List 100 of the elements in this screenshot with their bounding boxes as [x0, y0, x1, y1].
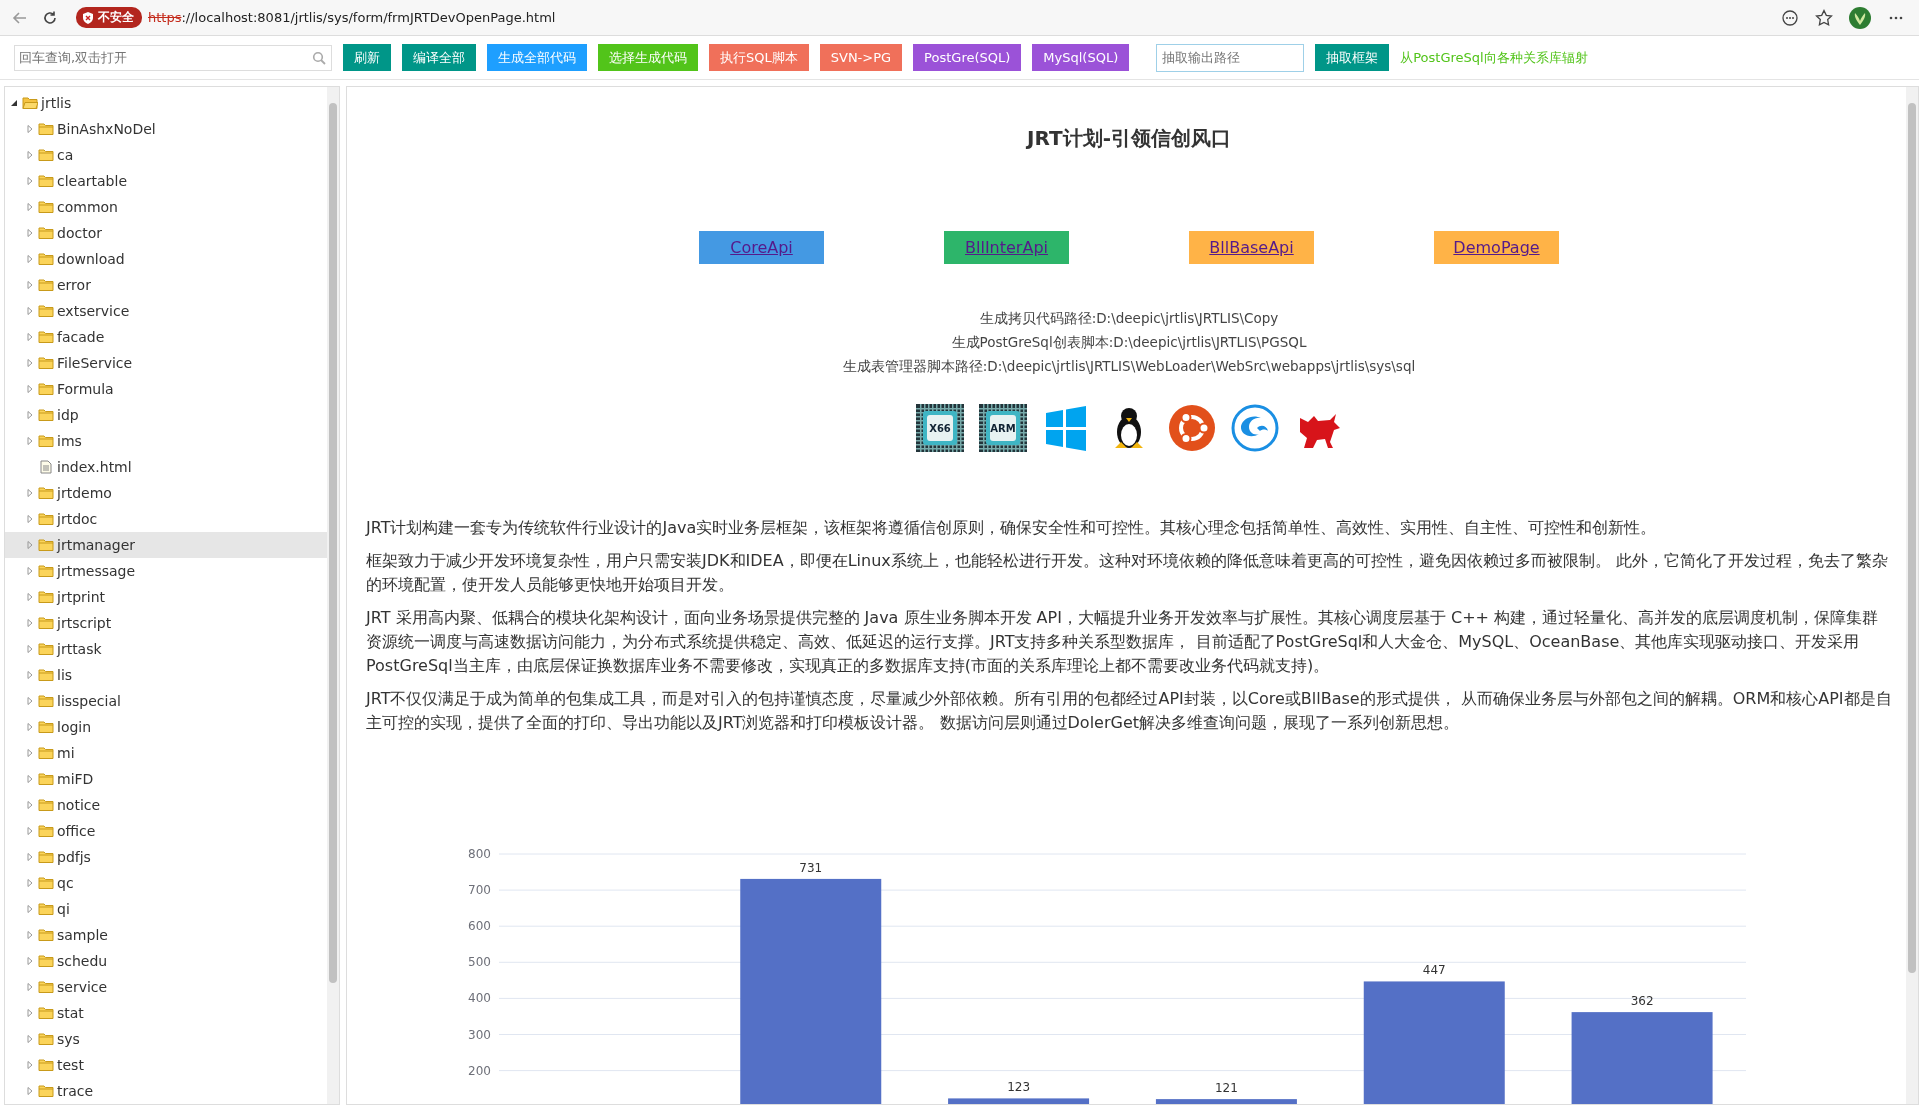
tree-item[interactable]: service — [5, 974, 327, 1000]
expand-arrow-icon[interactable] — [25, 306, 35, 316]
expand-arrow-icon[interactable] — [25, 488, 35, 498]
toolbar-button[interactable]: MySql(SQL) — [1032, 44, 1130, 71]
folder-icon — [38, 278, 54, 292]
link-button[interactable]: DemoPage — [1434, 231, 1559, 264]
tree-item[interactable]: ims — [5, 428, 327, 454]
tree-item[interactable]: Formula — [5, 376, 327, 402]
security-badge[interactable]: 不安全 — [76, 7, 142, 28]
tree-item[interactable]: mi — [5, 740, 327, 766]
tree-item[interactable]: qi — [5, 896, 327, 922]
expand-arrow-icon[interactable] — [25, 930, 35, 940]
toolbar-button[interactable]: PostGre(SQL) — [913, 44, 1022, 71]
expand-arrow-icon[interactable] — [25, 1060, 35, 1070]
expand-arrow-icon[interactable] — [25, 124, 35, 134]
tree-item[interactable]: cleartable — [5, 168, 327, 194]
expand-arrow-icon[interactable] — [25, 982, 35, 992]
tree-item[interactable]: jrtmessage — [5, 558, 327, 584]
extract-button[interactable]: 抽取框架 — [1315, 44, 1390, 71]
scrollbar[interactable] — [1906, 87, 1918, 1104]
link-button[interactable]: CoreApi — [699, 231, 824, 264]
expand-arrow-icon[interactable] — [25, 670, 35, 680]
expand-arrow-icon[interactable] — [25, 514, 35, 524]
toolbar-button[interactable]: 编译全部 — [402, 44, 476, 71]
search-icon[interactable] — [312, 50, 326, 65]
expand-arrow-icon[interactable] — [25, 852, 35, 862]
expand-arrow-icon[interactable] — [25, 644, 35, 654]
star-icon[interactable] — [1815, 8, 1833, 27]
tree-item[interactable]: BinAshxNoDel — [5, 116, 327, 142]
tree-item[interactable]: FileService — [5, 350, 327, 376]
expand-arrow-icon[interactable] — [25, 1008, 35, 1018]
expand-arrow-icon[interactable] — [25, 332, 35, 342]
tree-item[interactable]: test — [5, 1052, 327, 1078]
tree-item[interactable]: jrtprint — [5, 584, 327, 610]
expand-arrow-icon[interactable] — [25, 826, 35, 836]
tree-item[interactable]: ca — [5, 142, 327, 168]
expand-arrow-icon[interactable] — [25, 774, 35, 784]
expand-arrow-icon[interactable] — [25, 748, 35, 758]
tree-item[interactable]: jrtdoc — [5, 506, 327, 532]
tree-item[interactable]: lis — [5, 662, 327, 688]
expand-arrow-icon[interactable] — [25, 280, 35, 290]
expand-arrow-icon[interactable] — [25, 800, 35, 810]
tree-item[interactable]: extservice — [5, 298, 327, 324]
tree-item[interactable]: login — [5, 714, 327, 740]
reload-icon[interactable] — [42, 9, 58, 26]
tree-item[interactable]: office — [5, 818, 327, 844]
expand-arrow-icon[interactable] — [25, 410, 35, 420]
expand-arrow-icon[interactable] — [25, 1086, 35, 1096]
link-button[interactable]: BllBaseApi — [1189, 231, 1314, 264]
tree-item[interactable]: trace — [5, 1078, 327, 1104]
search-field[interactable]: 回车查询,双击打开 — [14, 44, 332, 71]
tree-item[interactable]: schedu — [5, 948, 327, 974]
collapse-arrow-icon[interactable] — [9, 98, 19, 108]
tree-item[interactable]: idp — [5, 402, 327, 428]
profile-avatar-icon[interactable] — [1849, 6, 1871, 29]
expand-arrow-icon[interactable] — [25, 358, 35, 368]
tree-item[interactable]: jrttask — [5, 636, 327, 662]
expand-arrow-icon[interactable] — [25, 228, 35, 238]
expand-arrow-icon[interactable] — [25, 436, 35, 446]
link-button[interactable]: BllInterApi — [944, 231, 1069, 264]
expand-arrow-icon[interactable] — [25, 540, 35, 550]
expand-arrow-icon[interactable] — [25, 618, 35, 628]
tree-item[interactable]: pdfjs — [5, 844, 327, 870]
tree-item[interactable]: sys — [5, 1026, 327, 1052]
tree-item[interactable]: download — [5, 246, 327, 272]
expand-arrow-icon[interactable] — [25, 722, 35, 732]
tree-item[interactable]: lisspecial — [5, 688, 327, 714]
expand-arrow-icon[interactable] — [25, 566, 35, 576]
tree-item[interactable]: common — [5, 194, 327, 220]
path-field[interactable]: 抽取输出路径 — [1156, 43, 1305, 72]
expand-arrow-icon[interactable] — [25, 1034, 35, 1044]
back-icon[interactable] — [12, 9, 28, 26]
scrollbar[interactable] — [327, 87, 339, 1104]
tree-item[interactable]: jrtdemo — [5, 480, 327, 506]
expand-arrow-icon[interactable] — [25, 150, 35, 160]
expand-arrow-icon[interactable] — [25, 384, 35, 394]
reader-icon[interactable] — [1781, 8, 1799, 27]
expand-arrow-icon[interactable] — [25, 592, 35, 602]
expand-arrow-icon[interactable] — [25, 956, 35, 966]
tree-item[interactable]: qc — [5, 870, 327, 896]
tree-item[interactable]: jrtmanager — [5, 532, 327, 558]
tree-item[interactable]: stat — [5, 1000, 327, 1026]
toolbar-button[interactable]: 刷新 — [343, 44, 391, 71]
expand-arrow-icon[interactable] — [25, 176, 35, 186]
tree-item[interactable]: jrtscript — [5, 610, 327, 636]
address-url[interactable]: https://localhost:8081/jrtlis/sys/form/frmJRTDevOpenPage.html — [148, 10, 556, 25]
tree-item[interactable]: error — [5, 272, 327, 298]
folder-icon — [38, 824, 54, 838]
expand-arrow-icon[interactable] — [25, 904, 35, 914]
expand-arrow-icon[interactable] — [25, 878, 35, 888]
tree-item[interactable]: jrtlis — [5, 90, 327, 116]
tree-item[interactable]: facade — [5, 324, 327, 350]
tree-item[interactable]: index.html — [5, 454, 327, 480]
tree-item[interactable]: miFD — [5, 766, 327, 792]
tree-item[interactable]: notice — [5, 792, 327, 818]
expand-arrow-icon[interactable] — [25, 202, 35, 212]
tree-item[interactable]: sample — [5, 922, 327, 948]
expand-arrow-icon[interactable] — [25, 696, 35, 706]
expand-arrow-icon[interactable] — [25, 254, 35, 264]
tree-item[interactable]: doctor — [5, 220, 327, 246]
